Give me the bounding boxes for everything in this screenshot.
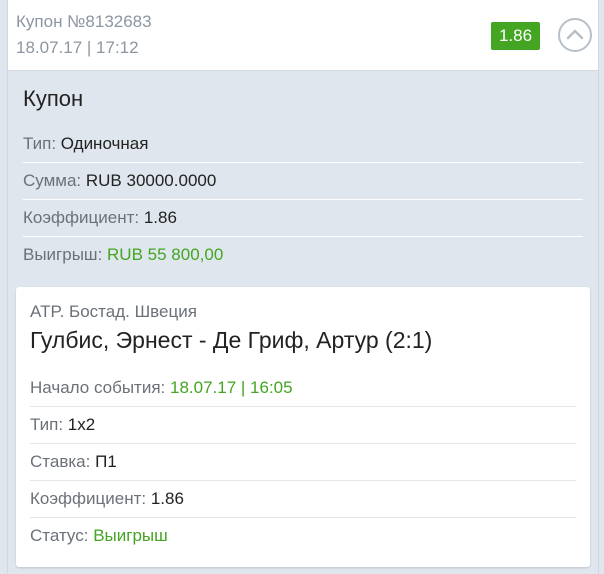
row-value: RUB 30000.0000 [85,171,217,190]
row-value: 1.86 [143,208,177,227]
row-label: Сумма: [23,171,82,190]
row-label: Ставка: [30,452,91,471]
coupon-odds-row: Коэффициент: 1.86 [23,200,583,237]
collapse-button[interactable] [558,18,592,52]
event-bet-row: Ставка: П1 [30,444,576,481]
row-value: Одиночная [60,134,149,153]
coupon-number: Купон №8132683 [16,12,152,31]
row-label: Тип: [23,134,57,153]
row-label: Коэффициент: [23,208,140,227]
row-value: 18.07.17 | 16:05 [170,378,293,397]
row-label: Коэффициент: [30,489,147,508]
chevron-up-icon [566,29,584,40]
coupon-winnings-row: Выигрыш: RUB 55 800,00 [23,237,583,273]
event-title: Гулбис, Эрнест - Де Гриф, Артур (2:1) [30,327,433,353]
row-label: Начало события: [30,378,166,397]
coupon-type-row: Тип: Одиночная [23,126,583,163]
coupon-header[interactable]: Купон №8132683 18.07.17 | 17:12 1.86 [8,0,598,71]
row-label: Статус: [30,526,89,545]
coupon-datetime: 18.07.17 | 17:12 [16,38,139,57]
row-value: П1 [95,452,117,471]
coupon-amount-row: Сумма: RUB 30000.0000 [23,163,583,200]
event-card: ATP. Бостад. Швеция Гулбис, Эрнест - Де … [16,287,590,567]
event-start-row: Начало события: 18.07.17 | 16:05 [30,370,576,407]
row-value: RUB 55 800,00 [107,245,224,264]
odds-badge: 1.86 [491,22,540,50]
row-label: Выигрыш: [23,245,103,264]
row-value: 1.86 [150,489,184,508]
row-value: Выигрыш [93,526,168,545]
event-league: ATP. Бостад. Швеция [30,302,197,321]
coupon-section-title: Купон [23,86,84,111]
event-status-row: Статус: Выигрыш [30,518,576,554]
row-label: Тип: [30,415,64,434]
event-odds-row: Коэффициент: 1.86 [30,481,576,518]
event-type-row: Тип: 1х2 [30,407,576,444]
row-value: 1х2 [67,415,96,434]
coupon-panel: Купон №8132683 18.07.17 | 17:12 1.86 Куп… [7,0,599,574]
